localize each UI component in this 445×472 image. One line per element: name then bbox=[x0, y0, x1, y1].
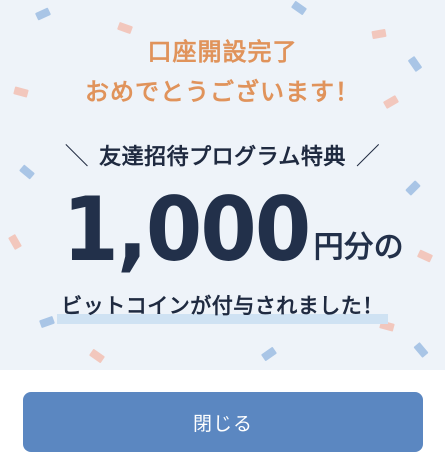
confetti-piece bbox=[290, 0, 308, 16]
referral-program-label: 友達招待プログラム特典 bbox=[99, 145, 346, 170]
title-account-opened: 口座開設完了 bbox=[147, 38, 298, 66]
close-button[interactable]: 閉じる bbox=[23, 392, 423, 452]
confetti-piece bbox=[260, 346, 278, 362]
slash-decoration-right: ／ bbox=[355, 142, 381, 170]
confetti-piece bbox=[413, 342, 429, 358]
confetti-piece bbox=[34, 7, 52, 21]
title-congratulations: おめでとうございます！ bbox=[85, 78, 360, 106]
account-opened-modal: 口座開設完了 おめでとうございます！ ＼ 友達招待プログラム特典 ／ 1,000 円分… bbox=[0, 0, 445, 472]
confetti-piece bbox=[88, 348, 106, 364]
bitcoin-granted-text: ビットコインが付与されました！ bbox=[57, 290, 388, 324]
reward-amount-suffix: 円分の bbox=[313, 230, 404, 265]
reward-amount-value: 1,000 bbox=[62, 178, 312, 281]
reward-message: ビットコインが付与されました！ bbox=[0, 290, 445, 324]
reward-amount: 1,000 円分の bbox=[0, 182, 445, 278]
referral-program-heading: ＼ 友達招待プログラム特典 ／ bbox=[0, 136, 445, 171]
congratulations-banner: 口座開設完了 おめでとうございます！ ＼ 友達招待プログラム特典 ／ 1,000 円分… bbox=[0, 0, 445, 370]
slash-decoration-left: ＼ bbox=[64, 142, 90, 170]
